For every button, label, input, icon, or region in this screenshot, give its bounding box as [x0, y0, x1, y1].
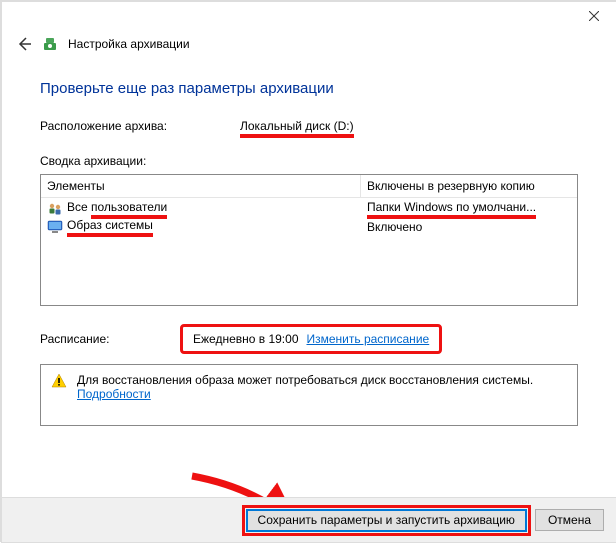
change-schedule-link[interactable]: Изменить расписание: [307, 332, 430, 346]
col-included[interactable]: Включены в резервную копию: [361, 175, 577, 197]
close-button[interactable]: [571, 2, 616, 30]
row1-inc: Включено: [367, 220, 422, 234]
page-title: Проверьте еще раз параметры архивации: [40, 66, 578, 115]
title-bar: [2, 2, 616, 30]
info-text-wrap: Для восстановления образа может потребов…: [77, 373, 533, 417]
row1-name: Образ системы: [67, 218, 153, 237]
col-elements[interactable]: Элементы: [41, 175, 361, 197]
close-icon: [589, 11, 599, 21]
table-row[interactable]: Образ системы Включено: [41, 218, 577, 236]
schedule-label: Расписание:: [40, 332, 160, 346]
monitor-icon: [47, 219, 63, 235]
arrow-left-icon: [16, 36, 32, 52]
info-box: Для восстановления образа может потребов…: [40, 364, 578, 426]
schedule-value: Ежедневно в 19:00: [193, 332, 299, 346]
summary-label: Сводка архивации:: [40, 142, 578, 174]
table-row[interactable]: Все пользователи Папки Windows по умолча…: [41, 200, 577, 218]
row0-name: Все пользователи: [67, 200, 167, 219]
back-button[interactable]: [16, 36, 32, 52]
table-header: Элементы Включены в резервную копию: [41, 175, 577, 198]
summary-table: Элементы Включены в резервную копию Все …: [40, 174, 578, 306]
location-row: Расположение архива: Локальный диск (D:): [40, 115, 578, 142]
schedule-box: Ежедневно в 19:00 Изменить расписание: [180, 324, 442, 354]
row0-inc: Папки Windows по умолчани...: [367, 200, 536, 219]
schedule-row: Расписание: Ежедневно в 19:00 Изменить р…: [40, 306, 578, 364]
cancel-button[interactable]: Отмена: [535, 509, 604, 531]
content: Проверьте еще раз параметры архивации Ра…: [2, 66, 616, 426]
breadcrumb: Настройка архивации: [68, 37, 190, 51]
warning-icon: [51, 373, 67, 389]
control-panel-icon: [42, 36, 58, 52]
info-text: Для восстановления образа может потребов…: [77, 373, 533, 387]
save-button[interactable]: Сохранить параметры и запустить архиваци…: [246, 509, 527, 532]
footer: Сохранить параметры и запустить архиваци…: [2, 497, 616, 542]
location-value: Локальный диск (D:): [240, 119, 354, 138]
info-link[interactable]: Подробности: [77, 387, 151, 401]
location-label: Расположение архива:: [40, 119, 220, 138]
header: Настройка архивации: [2, 30, 616, 66]
users-icon: [47, 201, 63, 217]
